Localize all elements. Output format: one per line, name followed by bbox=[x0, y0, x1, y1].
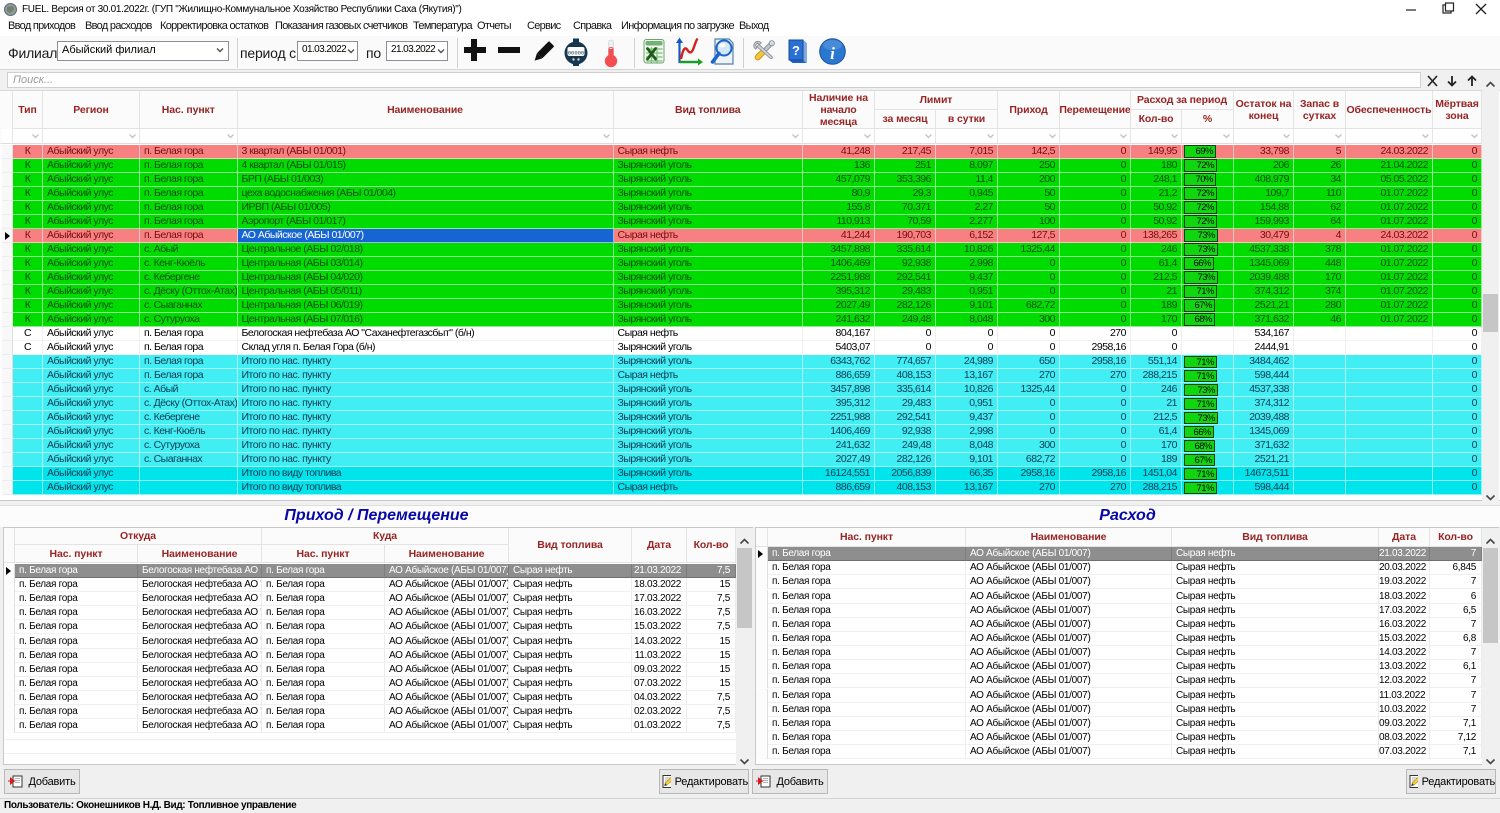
svg-text:00000: 00000 bbox=[568, 50, 585, 57]
svg-text:?: ? bbox=[792, 43, 800, 58]
svg-text:i: i bbox=[830, 44, 835, 63]
